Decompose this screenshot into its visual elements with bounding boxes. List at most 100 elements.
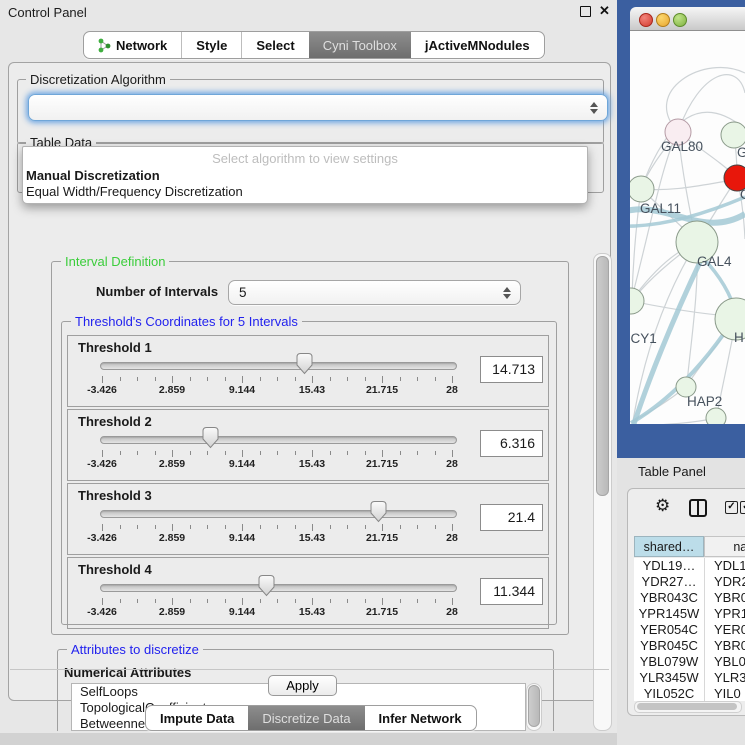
checkbox-icon[interactable]: ✓ <box>740 501 745 514</box>
threshold-value-field[interactable]: 14.713 <box>480 356 543 383</box>
slider-tick <box>312 376 313 383</box>
slider-tick <box>207 377 208 381</box>
network-edge[interactable] <box>641 180 734 190</box>
algorithm-prompt: Select algorithm to view settings <box>23 151 587 166</box>
threshold-slider-thumb[interactable] <box>369 500 388 528</box>
scrollbar-thumb[interactable] <box>528 685 540 727</box>
threshold-value-field[interactable]: 6.316 <box>480 430 543 457</box>
threshold-row: Threshold 3 21.4 -3.4262.8599.14415.4321… <box>67 483 549 555</box>
gear-icon[interactable]: ⚙ <box>655 498 670 515</box>
slider-tick <box>295 451 296 455</box>
group-title: Attributes to discretize <box>67 643 203 657</box>
table-panel-area: Table Panel ⚙ ✓ ✓ shared…name YDL19…YDL1… <box>617 458 745 745</box>
slider-tick <box>435 525 436 529</box>
network-node[interactable] <box>630 176 654 202</box>
threshold-slider-track[interactable] <box>100 362 457 370</box>
combo-stepper-icon <box>503 287 511 299</box>
tab-jactivemnodules[interactable]: jActiveMNodules <box>411 32 544 58</box>
table-row[interactable]: YBL079WYBL0 <box>634 654 745 670</box>
close-traffic-light-icon[interactable] <box>639 13 653 27</box>
network-node-label: H <box>734 330 744 345</box>
tab-cyni-toolbox[interactable]: Cyni Toolbox <box>309 32 411 58</box>
number-of-intervals-label: Number of Intervals <box>96 284 218 299</box>
network-node[interactable] <box>706 408 726 424</box>
slider-tick <box>330 525 331 529</box>
slider-tick-label: 2.859 <box>159 458 185 470</box>
number-of-intervals-value: 5 <box>239 285 247 300</box>
slider-tick-label: 9.144 <box>229 532 255 544</box>
table-horizontal-scrollbar[interactable] <box>634 701 742 713</box>
slider-tick <box>242 376 243 383</box>
table-row[interactable]: YBR043CYBR0 <box>634 590 745 606</box>
slider-tick <box>260 599 261 603</box>
table-row[interactable]: YBR045CYBR0 <box>634 638 745 654</box>
slider-tick <box>102 598 103 605</box>
table-row[interactable]: YLR345WYLR3 <box>634 670 745 686</box>
table-row[interactable]: YER054CYER0 <box>634 622 745 638</box>
close-icon[interactable]: ✕ <box>599 5 610 17</box>
slider-tick <box>207 599 208 603</box>
tab-label: Select <box>256 38 294 53</box>
table-row[interactable]: YIL052CYIL0 <box>634 686 745 701</box>
slider-tick-label: 15.43 <box>299 458 325 470</box>
checkbox-icon[interactable]: ✓ <box>725 501 738 514</box>
slider-tick-label: 9.144 <box>229 606 255 618</box>
threshold-slider-track[interactable] <box>100 436 457 444</box>
slider-tick <box>120 525 121 529</box>
slider-tick <box>347 599 348 603</box>
algorithm-option[interactable]: Manual Discretization <box>26 168 160 184</box>
bottom-tab-bar: Impute DataDiscretize DataInfer Network <box>145 705 477 731</box>
tab-discretize-data[interactable]: Discretize Data <box>248 706 364 730</box>
cell-name: YLR3 <box>714 670 745 686</box>
threshold-slider-thumb[interactable] <box>257 574 276 602</box>
attributes-list-scrollbar[interactable] <box>526 683 542 731</box>
network-canvas[interactable]: GAL80GCGAL11GAL4GCY1HHAP2 <box>630 31 745 424</box>
scrollbar-thumb[interactable] <box>637 703 737 710</box>
slider-tick-label: -3.426 <box>87 532 117 544</box>
slider-tick <box>137 525 138 529</box>
threshold-label: Threshold 4 <box>78 562 152 577</box>
slider-tick-label: 9.144 <box>229 458 255 470</box>
tab-style[interactable]: Style <box>181 32 241 58</box>
tab-label: Network <box>116 38 167 53</box>
apply-button[interactable]: Apply <box>268 675 337 696</box>
split-columns-icon[interactable] <box>689 499 707 517</box>
tab-network[interactable]: Network <box>84 32 181 58</box>
tab-impute-data[interactable]: Impute Data <box>146 706 248 730</box>
slider-tick <box>435 377 436 381</box>
column-header[interactable]: shared… <box>634 536 704 557</box>
threshold-value-field[interactable]: 21.4 <box>480 504 543 531</box>
scrollbar-thumb[interactable] <box>596 256 609 496</box>
slider-tick <box>102 450 103 457</box>
tab-infer-network[interactable]: Infer Network <box>365 706 476 730</box>
number-of-intervals-combo[interactable]: 5 <box>228 280 521 305</box>
divider <box>10 669 609 670</box>
slider-tick <box>295 377 296 381</box>
slider-tick <box>155 377 156 381</box>
slider-tick <box>382 376 383 383</box>
network-node[interactable] <box>630 288 644 314</box>
table-row[interactable]: YDR27…YDR2 <box>634 574 745 590</box>
algorithm-option[interactable]: Equal Width/Frequency Discretization <box>26 184 243 200</box>
algorithm-combo[interactable] <box>28 94 608 121</box>
column-header[interactable]: name <box>704 536 745 557</box>
float-window-icon[interactable] <box>580 6 591 17</box>
table-row[interactable]: YPR145WYPR1 <box>634 606 745 622</box>
threshold-slider-thumb[interactable] <box>295 352 314 380</box>
slider-tick-label: 15.43 <box>299 606 325 618</box>
minimize-traffic-light-icon[interactable] <box>656 13 670 27</box>
main-scrollbar[interactable] <box>593 253 612 731</box>
threshold-slider-thumb[interactable] <box>201 426 220 454</box>
table-rows: YDL19…YDL1YDR27…YDR2YBR043CYBR0YPR145WYP… <box>634 558 745 701</box>
slider-tick <box>172 450 173 457</box>
threshold-value-field[interactable]: 11.344 <box>480 578 543 605</box>
slider-tick <box>190 377 191 381</box>
tab-select[interactable]: Select <box>241 32 308 58</box>
slider-tick <box>452 376 453 383</box>
table-row[interactable]: YDL19…YDL1 <box>634 558 745 574</box>
slider-tick <box>190 525 191 529</box>
threshold-slider-track[interactable] <box>100 510 457 518</box>
zoom-traffic-light-icon[interactable] <box>673 13 687 27</box>
network-window-titlebar[interactable] <box>630 7 745 31</box>
threshold-slider-track[interactable] <box>100 584 457 592</box>
